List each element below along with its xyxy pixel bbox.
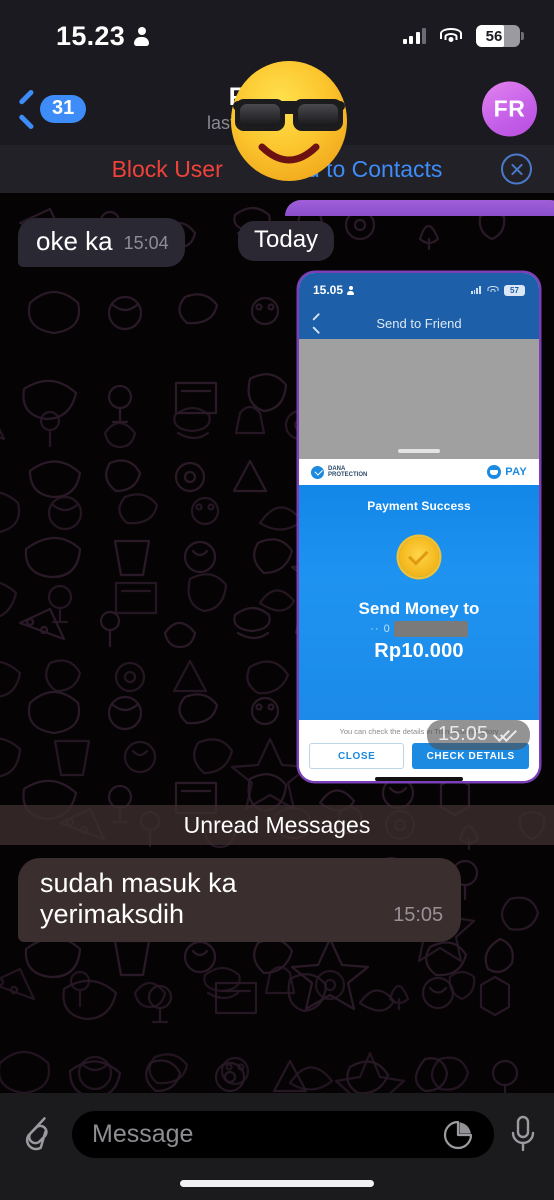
chat-header: 31 Fat•••••n last seen recently FR xyxy=(0,72,554,145)
message-time: 15:05 xyxy=(437,723,488,745)
screenshot-home-indicator xyxy=(375,777,463,781)
send-money-label: Send Money to xyxy=(358,599,480,618)
close-circle-icon[interactable] xyxy=(501,153,532,185)
pay-label: PAY xyxy=(505,466,527,478)
shield-check-icon xyxy=(311,465,324,479)
payment-status-text: Payment Success xyxy=(367,499,471,513)
message-time: 15:05 xyxy=(393,904,444,927)
back-button[interactable]: 31 xyxy=(18,94,87,123)
message-text: oke ka xyxy=(36,226,113,256)
battery-percent: 56 xyxy=(485,27,503,45)
screenshot-nav-title: Send to Friend xyxy=(376,315,462,331)
screenshot-status-time: 15.05 xyxy=(313,283,344,297)
battery-icon: 56 xyxy=(476,25,524,47)
dana-protection-line2: PROTECTION xyxy=(328,472,368,478)
close-button[interactable]: CLOSE xyxy=(309,743,405,769)
status-time: 15.23 xyxy=(56,20,126,51)
outgoing-bubble-top-edge xyxy=(285,200,554,216)
sticker-icon[interactable] xyxy=(442,1119,474,1151)
cellular-signal-icon xyxy=(402,28,426,44)
screenshot-blank-area xyxy=(299,339,539,459)
screenshot-status-bar: 15.05 57 xyxy=(299,273,539,307)
message-time: 15:04 xyxy=(123,232,169,253)
status-bar: 15.23 56 xyxy=(0,0,554,72)
screenshot-status-right: 57 xyxy=(470,284,525,296)
battery-percent: 57 xyxy=(510,285,519,295)
home-indicator xyxy=(180,1180,374,1187)
screenshot-status-left: 15.05 xyxy=(313,283,355,297)
message-composer xyxy=(0,1093,554,1200)
contact-action-bar: Block User Add to Contacts xyxy=(0,145,554,193)
message-bubble-incoming[interactable]: oke ka 15:04 xyxy=(18,218,185,267)
battery-icon: 57 xyxy=(504,284,525,296)
pay-brand: PAY xyxy=(487,465,527,479)
cellular-signal-icon xyxy=(470,286,481,294)
search-input[interactable] xyxy=(92,1120,434,1149)
add-to-contacts-button[interactable]: Add to Contacts xyxy=(279,156,443,183)
telegram-chat-screen: 15.23 56 31 Fat•••••n last seen recently… xyxy=(0,0,554,1200)
dana-protection-line1: DANA xyxy=(328,465,346,472)
image-message-screenshot[interactable]: 15.05 57 Send to Friend DANA PROTECTION … xyxy=(299,273,539,781)
message-text: sudah masuk ka yerimaksdih xyxy=(40,868,237,930)
image-message-timestamp: 15:05 xyxy=(426,720,530,750)
last-seen-status: last seen recently xyxy=(206,113,348,133)
status-bar-left: 15.23 xyxy=(56,20,150,52)
wifi-icon xyxy=(440,28,462,44)
recipient-prefix: ·· 0 xyxy=(370,623,391,635)
double-check-icon xyxy=(494,727,519,742)
recipient-redaction-bar xyxy=(393,621,468,637)
chat-message-list[interactable]: oke ka 15:04 Today 15.05 57 Send to Frie… xyxy=(0,193,554,1093)
dana-protection-badge: DANA PROTECTION xyxy=(311,465,367,479)
message-input-wrapper[interactable] xyxy=(72,1111,494,1158)
chevron-left-icon[interactable] xyxy=(312,316,320,330)
payment-amount: Rp10.000 xyxy=(374,640,464,662)
page-title: Fat•••••n xyxy=(228,83,326,111)
dana-protection-label: DANA PROTECTION xyxy=(328,466,367,479)
message-bubble-incoming[interactable]: sudah masuk ka yerimaksdih 15:05 xyxy=(18,858,462,943)
avatar[interactable]: FR xyxy=(482,81,537,136)
person-icon xyxy=(347,285,355,295)
screenshot-nav-bar: Send to Friend xyxy=(299,307,539,339)
person-icon xyxy=(134,26,150,46)
unread-count-badge: 31 xyxy=(40,94,87,123)
dana-brand-bar: DANA PROTECTION PAY xyxy=(299,459,539,485)
payment-success-panel: Payment Success Send Money to ·· 0 Rp10.… xyxy=(299,485,539,720)
status-bar-right: 56 xyxy=(402,25,524,47)
chevron-left-icon xyxy=(18,94,35,123)
coin-check-icon xyxy=(399,537,439,577)
date-divider-chip: Today xyxy=(238,221,335,261)
recipient-row: ·· 0 xyxy=(370,621,468,637)
wifi-icon xyxy=(487,286,498,294)
pay-logo-icon xyxy=(487,465,502,479)
unread-messages-divider: Unread Messages xyxy=(0,805,554,845)
block-user-button[interactable]: Block User xyxy=(112,156,223,183)
paperclip-icon[interactable] xyxy=(16,1111,58,1155)
microphone-icon[interactable] xyxy=(508,1111,538,1155)
